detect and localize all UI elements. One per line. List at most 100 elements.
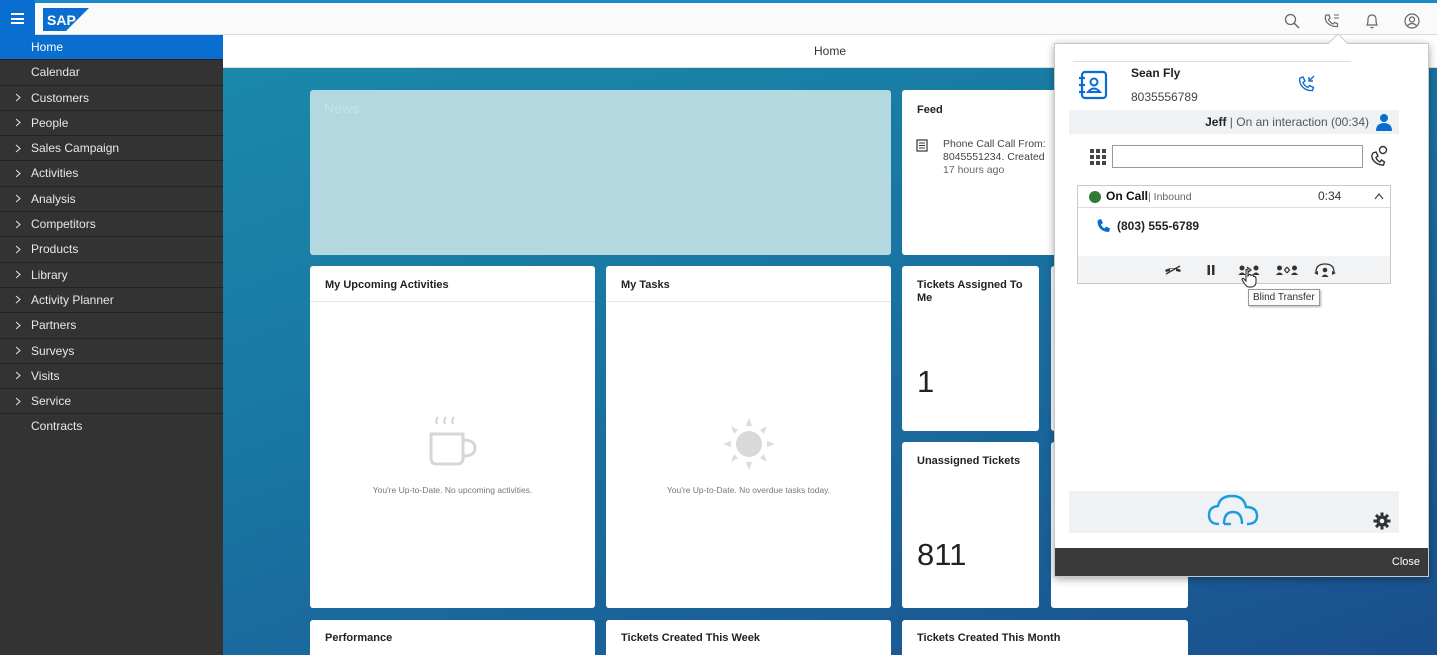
- call-number: (803) 555-6789: [1117, 219, 1200, 233]
- sidebar-item-label: Sales Campaign: [31, 141, 120, 156]
- empty-state: You're Up-to-Date. No upcoming activitie…: [310, 416, 595, 495]
- chevron-right-icon: [15, 187, 25, 211]
- sidebar-item-label: Surveys: [31, 343, 75, 358]
- sidebar-item-activities[interactable]: Activities: [0, 161, 223, 187]
- sidebar-item-label: Activities: [31, 166, 79, 181]
- chevron-up-icon[interactable]: [1374, 192, 1384, 200]
- svg-text:SAP: SAP: [47, 12, 76, 28]
- sidebar-item-library[interactable]: Library: [0, 263, 223, 288]
- sidebar-item-label: Contracts: [31, 419, 83, 434]
- news-tile[interactable]: News: [310, 90, 891, 255]
- conference-icon[interactable]: [1312, 261, 1338, 279]
- empty-state-text: You're Up-to-Date. No overdue tasks toda…: [666, 485, 831, 495]
- chevron-right-icon: [15, 364, 25, 388]
- chevron-right-icon: [15, 136, 25, 160]
- sidebar-item-partners[interactable]: Partners: [0, 313, 223, 339]
- sidebar-item-activity-planner[interactable]: Activity Planner: [0, 288, 223, 314]
- hold-icon[interactable]: [1198, 261, 1224, 279]
- chevron-right-icon: [15, 237, 25, 261]
- sidebar-item-label: Calendar: [31, 65, 80, 80]
- tickets-month-tile[interactable]: Tickets Created This Month: [902, 620, 1188, 655]
- dial-call-icon[interactable]: [1369, 145, 1389, 167]
- empty-state-text: You're Up-to-Date. No upcoming activitie…: [372, 485, 533, 495]
- tile-title: My Upcoming Activities: [310, 266, 595, 302]
- news-title: News: [324, 100, 360, 116]
- sidebar-item-label: Visits: [31, 368, 60, 383]
- sidebar-item-label: Partners: [31, 318, 77, 333]
- close-button[interactable]: Close: [1055, 548, 1428, 576]
- sidebar-item-contracts[interactable]: Contracts: [0, 414, 223, 439]
- chevron-right-icon: [15, 313, 25, 337]
- sidebar-item-label: Analysis: [31, 191, 76, 206]
- call-timer: 0:34: [1318, 189, 1342, 203]
- phone-icon[interactable]: [1319, 8, 1345, 34]
- chevron-right-icon: [15, 212, 25, 236]
- sidebar-item-products[interactable]: Products: [0, 237, 223, 263]
- sidebar-item-analysis[interactable]: Analysis: [0, 187, 223, 213]
- chevron-right-icon: [15, 263, 25, 287]
- unassigned-tickets-tile[interactable]: Unassigned Tickets 811: [902, 442, 1039, 608]
- sidebar-item-home[interactable]: Home: [0, 35, 223, 61]
- hamburger-icon: [11, 13, 24, 24]
- sidebar-item-label: Home: [31, 40, 64, 54]
- chevron-right-icon: [15, 288, 25, 312]
- sun-icon: [722, 418, 775, 470]
- upcoming-activities-tile[interactable]: My Upcoming Activities You're Up-to-Date…: [310, 266, 595, 608]
- menu-button[interactable]: [0, 0, 35, 37]
- tile-title: Performance: [325, 632, 393, 644]
- sidebar-item-label: Library: [31, 267, 68, 282]
- hand-cursor-icon: [1241, 268, 1257, 288]
- tile-title: Tickets Created This Week: [621, 632, 760, 644]
- tile-title: Tickets Created This Month: [917, 632, 1061, 644]
- sidebar-item-calendar[interactable]: Calendar: [0, 60, 223, 86]
- sidebar-item-label: Service: [31, 394, 72, 409]
- tickets-assigned-tile[interactable]: Tickets Assigned To Me 1: [902, 266, 1039, 431]
- cloud-icon: [1207, 494, 1259, 526]
- sidebar-item-visits[interactable]: Visits: [0, 364, 223, 390]
- sidebar-item-people[interactable]: People: [0, 111, 223, 137]
- active-call-panel: On Call| Inbound 0:34 (803) 555-6789: [1077, 185, 1391, 284]
- empty-state: You're Up-to-Date. No overdue tasks toda…: [606, 416, 891, 495]
- call-controls: [1078, 256, 1390, 283]
- sidebar-item-sales-campaign[interactable]: Sales Campaign: [0, 136, 223, 162]
- chevron-right-icon: [15, 339, 25, 363]
- sidebar-item-label: Activity Planner: [31, 292, 114, 307]
- feed-title: Feed: [917, 104, 943, 116]
- dial-input[interactable]: [1112, 145, 1363, 168]
- search-icon[interactable]: [1279, 8, 1305, 34]
- sidebar-item-label: People: [31, 115, 69, 130]
- shell-bar: SAP: [0, 0, 1437, 37]
- hangup-icon[interactable]: [1160, 261, 1186, 279]
- consult-transfer-icon[interactable]: [1274, 261, 1300, 279]
- call-status-dot: [1089, 191, 1101, 203]
- keypad-icon[interactable]: [1089, 148, 1107, 166]
- tile-title: My Tasks: [606, 266, 891, 302]
- agent-person-icon[interactable]: [1375, 113, 1393, 132]
- sidebar-item-surveys[interactable]: Surveys: [0, 339, 223, 364]
- sidebar-item-service[interactable]: Service: [0, 389, 223, 415]
- gear-icon[interactable]: [1373, 512, 1391, 530]
- sidebar-nav: Home Calendar Customers People Sales Cam…: [0, 35, 223, 655]
- tickets-week-tile[interactable]: Tickets Created This Week: [606, 620, 891, 655]
- sap-logo[interactable]: SAP: [43, 8, 89, 31]
- contact-card-icon[interactable]: [1077, 69, 1109, 101]
- sidebar-item-customers[interactable]: Customers: [0, 86, 223, 111]
- phone-popup: Sean Fly 8035556789 Jeff | On an interac…: [1054, 33, 1429, 577]
- feed-tile[interactable]: Feed Phone Call Call From: 8045551234. C…: [902, 90, 1062, 255]
- coffee-cup-icon: [429, 416, 477, 466]
- agent-name: Jeff: [1205, 115, 1227, 129]
- contact-name[interactable]: Sean Fly: [1131, 66, 1180, 80]
- call-header[interactable]: On Call| Inbound 0:34: [1078, 186, 1390, 208]
- feed-item-text: Phone Call Call From: 8045551234. Create…: [943, 138, 1046, 163]
- bell-icon[interactable]: [1359, 8, 1385, 34]
- performance-tile[interactable]: Performance: [310, 620, 595, 655]
- my-tasks-tile[interactable]: My Tasks You're Up-to-Date. No overdue t…: [606, 266, 891, 608]
- user-icon[interactable]: [1399, 8, 1425, 34]
- sidebar-item-competitors[interactable]: Competitors: [0, 212, 223, 238]
- chevron-right-icon: [15, 389, 25, 413]
- chevron-right-icon: [15, 86, 25, 110]
- incoming-call-icon: [1298, 75, 1315, 92]
- shell-actions: [1279, 8, 1425, 34]
- blind-transfer-tooltip: Blind Transfer: [1248, 289, 1320, 306]
- agent-status: | On an interaction (00:34): [1229, 115, 1369, 129]
